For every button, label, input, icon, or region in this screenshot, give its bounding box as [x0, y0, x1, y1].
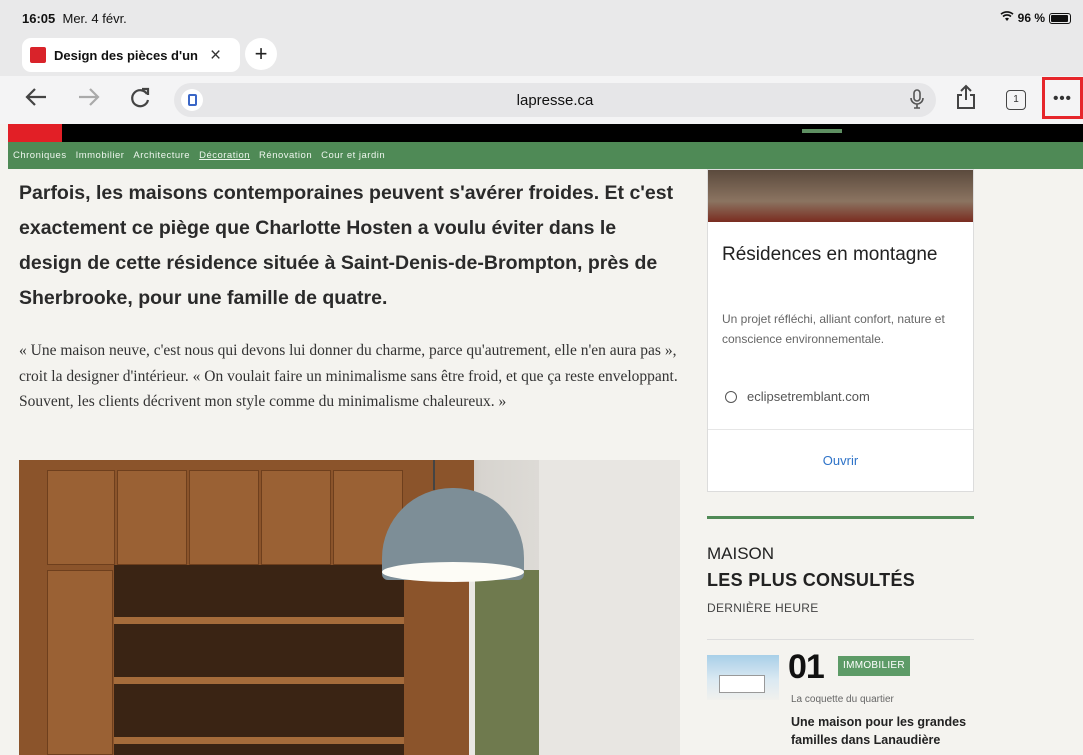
- tab-strip: Design des pièces d'un × +: [0, 36, 1083, 76]
- nav-item-cour-et-jardin[interactable]: Cour et jardin: [321, 150, 385, 161]
- site-header: [8, 124, 1083, 142]
- section-indicator: [802, 129, 842, 133]
- nav-item-chroniques[interactable]: Chroniques: [13, 150, 67, 161]
- tab-close-icon[interactable]: ×: [210, 46, 221, 65]
- back-arrow-icon[interactable]: [24, 86, 48, 112]
- most-read-title: LES PLUS CONSULTÉS: [707, 570, 916, 590]
- status-time: 16:05 Mer. 4 févr.: [22, 11, 127, 26]
- article-photo[interactable]: [19, 460, 680, 755]
- nav-item-architecture[interactable]: Architecture: [133, 150, 190, 161]
- new-tab-button[interactable]: +: [245, 38, 277, 70]
- most-read-kicker: La coquette du quartier: [791, 694, 894, 705]
- share-icon[interactable]: [955, 84, 977, 114]
- microphone-icon[interactable]: [910, 89, 924, 114]
- ad-divider: [708, 429, 973, 430]
- lapresse-favicon-icon: [30, 47, 46, 63]
- status-bar: 16:05 Mer. 4 févr. 96 %: [0, 0, 1083, 36]
- status-indicators: 96 %: [1000, 11, 1071, 25]
- tab-title: Design des pièces d'un: [54, 47, 198, 63]
- nav-item-d-coration[interactable]: Décoration: [199, 150, 250, 161]
- date: Mer. 4 févr.: [62, 11, 127, 26]
- browser-toolbar: lapresse.ca 1 •••: [0, 76, 1083, 124]
- reload-icon[interactable]: [128, 86, 152, 114]
- ad-open-button[interactable]: Ouvrir: [708, 453, 973, 468]
- ad-image: [708, 170, 973, 222]
- section-nav: Chroniques Immobilier Architecture Décorati…: [8, 142, 1083, 169]
- nav-item-immobilier[interactable]: Immobilier: [76, 150, 125, 161]
- battery-fill: [1051, 14, 1069, 22]
- most-read-subtitle: DERNIÈRE HEURE: [707, 601, 819, 615]
- battery-icon: [1049, 12, 1071, 24]
- ad-domain[interactable]: eclipsetremblant.com: [725, 389, 870, 404]
- article-paragraph: « Une maison neuve, c'est nous qui devon…: [19, 342, 678, 410]
- battery-percent: 96 %: [1017, 11, 1045, 25]
- most-read-thumbnail[interactable]: [707, 655, 779, 700]
- most-read-number: 01: [788, 648, 825, 686]
- address-bar[interactable]: lapresse.ca: [174, 83, 936, 117]
- sponsored-ad[interactable]: Résidences en montagne Un projet réfléch…: [707, 169, 974, 492]
- article-lead: Parfois, les maisons contemporaines peuv…: [19, 182, 674, 309]
- category-badge[interactable]: IMMOBILIER: [838, 656, 910, 676]
- browser-tab[interactable]: Design des pièces d'un ×: [22, 38, 240, 72]
- photo-window: [469, 570, 539, 755]
- globe-icon: [725, 390, 737, 403]
- url-text: lapresse.ca: [516, 92, 594, 109]
- tabs-overview-button[interactable]: 1: [1006, 90, 1026, 110]
- forward-arrow-icon[interactable]: [77, 86, 101, 112]
- lapresse-logo[interactable]: [8, 124, 62, 142]
- wifi-icon: [1000, 11, 1014, 25]
- ad-domain-text: eclipsetremblant.com: [747, 389, 870, 404]
- more-menu-button[interactable]: •••: [1042, 77, 1083, 119]
- ad-description: Un projet réfléchi, alliant confort, nat…: [722, 312, 945, 346]
- nav-item-r-novation[interactable]: Rénovation: [259, 150, 312, 161]
- most-read-headline[interactable]: Une maison pour les grandes familles dan…: [791, 713, 971, 749]
- ad-title[interactable]: Résidences en montagne: [722, 240, 962, 270]
- most-read-divider: [707, 639, 974, 640]
- clock: 16:05: [22, 11, 56, 26]
- ellipsis-icon: •••: [1053, 89, 1072, 107]
- most-read-rule: [707, 516, 974, 519]
- most-read-section: MAISON: [707, 544, 775, 563]
